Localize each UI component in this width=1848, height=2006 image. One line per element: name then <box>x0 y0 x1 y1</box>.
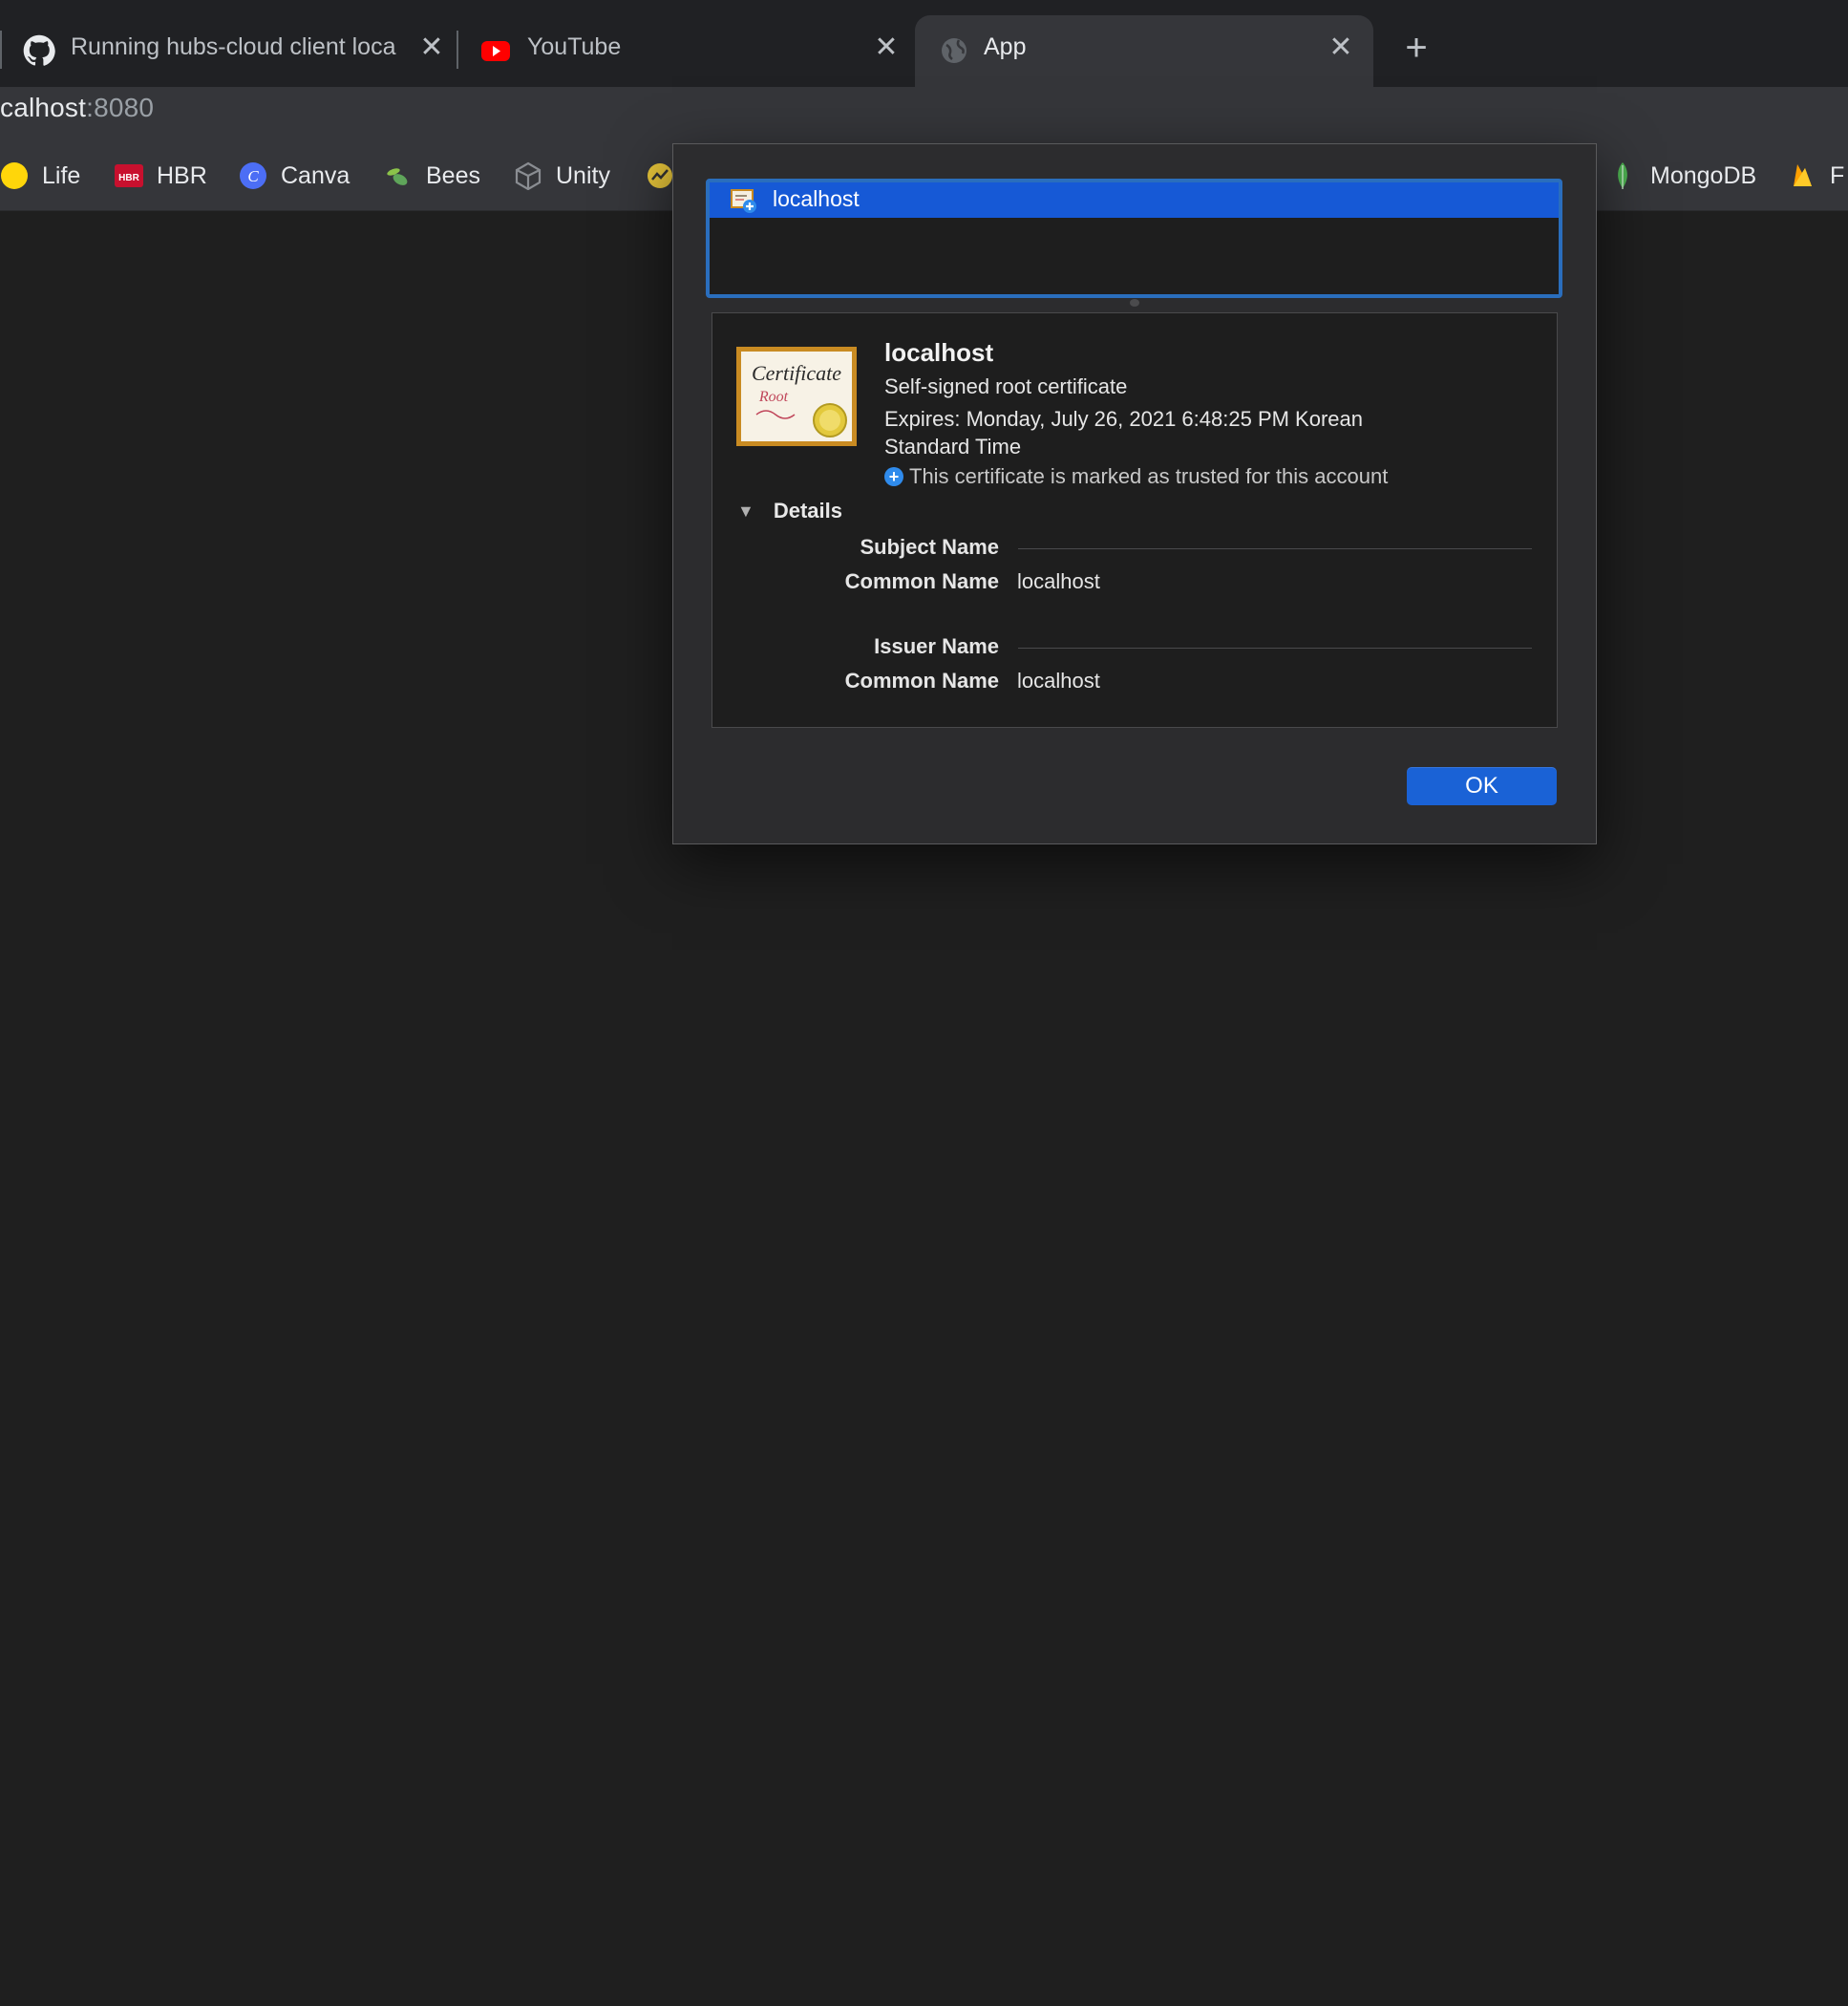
bookmark-unity[interactable]: Unity <box>514 140 610 211</box>
bookmark-bees[interactable]: Bees <box>384 140 480 211</box>
details-label: Details <box>773 499 842 523</box>
tab-separator <box>457 31 458 69</box>
trust-status: + This certificate is marked as trusted … <box>884 464 1388 489</box>
youtube-icon <box>481 41 510 61</box>
bookmark-label: F <box>1830 161 1845 189</box>
issuer-name-heading: Issuer Name <box>874 634 999 658</box>
issuer-name-divider <box>1018 648 1532 649</box>
subject-name-divider <box>1018 548 1532 549</box>
certificate-type: Self-signed root certificate <box>884 374 1128 398</box>
close-tab-icon[interactable]: ✕ <box>871 32 902 63</box>
svg-text:C: C <box>247 167 259 185</box>
subject-name-heading: Subject Name <box>860 535 1000 559</box>
toolbar: calhost:8080 <box>0 87 1848 140</box>
bookmark-label: MongoDB <box>1650 161 1757 189</box>
trust-status-text: This certificate is marked as trusted fo… <box>909 464 1389 488</box>
svg-text:HBR: HBR <box>118 173 139 183</box>
tab-title: YouTube <box>527 33 622 60</box>
mongodb-leaf-icon <box>1618 162 1627 189</box>
certificate-image-title: Certificate <box>752 361 841 385</box>
close-tab-icon[interactable]: ✕ <box>1326 32 1356 63</box>
bookmark-life[interactable]: Life <box>0 140 80 211</box>
subject-common-name-label: Common Name <box>844 569 999 593</box>
unity-icon <box>515 161 542 190</box>
certificate-list-item[interactable]: localhost <box>710 182 1559 218</box>
close-tab-icon[interactable]: ✕ <box>416 32 447 63</box>
subject-common-name-value: localhost <box>1017 569 1100 593</box>
address-bar[interactable]: calhost:8080 <box>0 93 154 123</box>
bookmark-label: Bees <box>426 161 480 189</box>
globe-icon <box>942 38 966 63</box>
certificate-list-label: localhost <box>773 186 860 211</box>
yellow-dot-icon <box>1 162 28 189</box>
bookmark-label: HBR <box>157 161 207 189</box>
certificate-dialog: localhost Certificate Root localhost Sel… <box>672 143 1597 844</box>
certificate-list[interactable]: localhost <box>706 179 1562 298</box>
firebase-icon <box>1794 164 1812 186</box>
address-host: calhost <box>0 93 87 122</box>
certificate-name: localhost <box>884 338 994 367</box>
bookmark-label: Life <box>42 161 81 189</box>
certificate-expiry: Expires: Monday, July 26, 2021 6:48:25 P… <box>884 407 1363 459</box>
github-icon <box>23 34 55 66</box>
certificate-image-subtitle: Root <box>758 389 789 405</box>
tab-title: App <box>984 33 1027 60</box>
tab-separator <box>0 31 2 69</box>
tab-youtube[interactable]: YouTube ✕ <box>479 15 900 87</box>
canva-icon: C <box>240 162 266 189</box>
bookmark-hbr[interactable]: HBR HBR <box>115 140 207 211</box>
certificate-small-icon <box>731 189 756 213</box>
tab-title: Running hubs-cloud client loca <box>71 33 396 60</box>
certificate-image-icon: Certificate Root <box>736 347 857 446</box>
tab-strip: Running hubs-cloud client loca ✕ YouTube… <box>0 0 1848 87</box>
details-disclosure[interactable]: ▼ Details <box>737 499 842 523</box>
bookmark-mongodb[interactable]: MongoDB <box>1608 140 1756 211</box>
new-tab-button[interactable]: + <box>1397 29 1435 67</box>
issuer-common-name-label: Common Name <box>844 669 999 693</box>
chart-badge-icon <box>648 163 672 188</box>
trusted-plus-icon: + <box>884 467 903 486</box>
certificate-details-panel: Certificate Root localhost Self-signed r… <box>712 312 1558 728</box>
bookmark-firebase[interactable]: F <box>1788 140 1844 211</box>
splitter-handle[interactable] <box>1130 299 1139 307</box>
tab-github[interactable]: Running hubs-cloud client loca ✕ <box>23 15 444 87</box>
issuer-common-name-value: localhost <box>1017 669 1100 693</box>
bee-icon <box>387 168 408 185</box>
tab-app[interactable]: App ✕ <box>915 15 1373 87</box>
bookmark-label: Canva <box>281 161 350 189</box>
hbr-icon: HBR <box>115 164 143 187</box>
address-port: :8080 <box>86 93 155 122</box>
bookmark-label: Unity <box>556 161 610 189</box>
bookmark-canva[interactable]: C Canva <box>239 140 350 211</box>
disclosure-triangle-icon[interactable]: ▼ <box>737 502 754 522</box>
ok-button[interactable]: OK <box>1407 767 1557 805</box>
